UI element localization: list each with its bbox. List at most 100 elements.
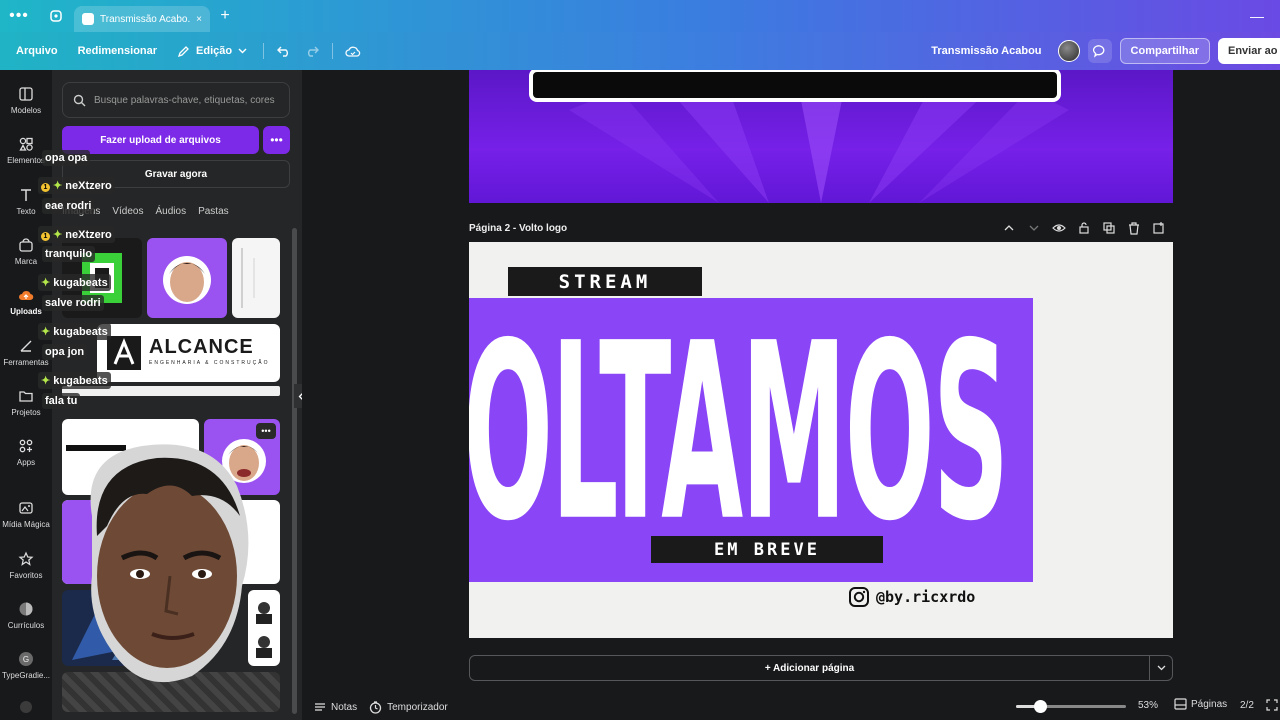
chat-message: ✦ kugabeats (38, 323, 111, 340)
instagram-handle[interactable]: @by.ricxrdo (848, 586, 975, 608)
document-title[interactable]: Transmissão Acabou (931, 45, 1041, 57)
browser-tab[interactable]: Transmissão Acabo... × (74, 6, 210, 32)
rail-item-favorites[interactable]: Favoritos (0, 551, 52, 580)
new-tab-button[interactable]: + (210, 7, 240, 25)
tab-close-icon[interactable]: × (196, 14, 202, 25)
user-avatar[interactable] (1057, 40, 1080, 62)
tab-audios[interactable]: Áudios (156, 206, 187, 217)
pages-button[interactable]: Páginas (1174, 698, 1227, 710)
page-count: 2/2 (1240, 700, 1254, 711)
zoom-slider-thumb[interactable] (1033, 700, 1047, 713)
minimize-window-button[interactable]: — (1250, 8, 1264, 24)
chevron-down-icon[interactable] (1027, 221, 1041, 235)
upload-thumbnail[interactable] (147, 238, 227, 318)
toolbar-divider (263, 43, 265, 59)
chat-message: opa jon (42, 344, 88, 360)
fullscreen-icon[interactable] (1266, 699, 1278, 711)
undo-icon[interactable] (270, 45, 298, 57)
timer-button[interactable]: Temporizador (369, 700, 448, 714)
chevron-up-icon[interactable] (1002, 221, 1016, 235)
page-2-title[interactable]: Página 2 - Volto logo (469, 223, 567, 234)
alcance-logo-subtext: ENGENHARIA & CONSTRUÇÃO (149, 360, 270, 366)
chat-username: kugabeats (53, 277, 108, 289)
rail-item-label: Currículos (7, 621, 45, 630)
duplicate-page-icon[interactable] (1102, 221, 1116, 235)
page-2-canvas[interactable]: STREAM VOLTAMOS EM BREVE @by.ricxrdo (469, 242, 1173, 638)
alcance-logo-thumbnail[interactable]: ALCANCE ENGENHARIA & CONSTRUÇÃO (97, 324, 280, 382)
lock-icon[interactable] (1077, 221, 1091, 235)
handle-text: @by.ricxrdo (876, 588, 976, 606)
trash-icon[interactable] (1127, 221, 1141, 235)
rail-item-label: Modelos (10, 106, 42, 115)
main-headline[interactable]: VOLTAMOS (469, 242, 1009, 638)
page-actions (1002, 221, 1166, 235)
alcance-logo-text: ALCANCE (149, 336, 254, 358)
upload-thumbnail[interactable] (232, 238, 280, 318)
zoom-slider[interactable] (1016, 700, 1126, 713)
chat-badge: 1 (41, 183, 50, 192)
hide-page-icon[interactable] (1052, 221, 1066, 235)
toolbar-divider (332, 43, 334, 59)
editor-toolbar: Arquivo Redimensionar Edição Transmissão… (0, 32, 1280, 70)
edit-mode-label: Edição (196, 45, 233, 57)
upload-files-button[interactable]: Fazer upload de arquivos (62, 126, 259, 154)
comment-button[interactable] (1087, 39, 1112, 63)
rail-item-label: Apps (16, 458, 36, 467)
redo-icon[interactable] (298, 45, 326, 57)
timer-icon (369, 700, 382, 714)
sparkle-icon: ✦ (41, 375, 51, 387)
browser-tab-bar: ••• Transmissão Acabo... × + — (0, 0, 1280, 32)
send-to-button[interactable]: Enviar ao p (1218, 38, 1280, 64)
comment-icon (1092, 45, 1104, 58)
chat-message: ✦ kugabeats (38, 372, 111, 389)
subtitle-label[interactable]: EM BREVE (651, 536, 883, 563)
rail-item-apps[interactable]: Apps (0, 438, 52, 467)
rail-item-resumes[interactable]: Currículos (0, 601, 52, 630)
tools-icon (20, 340, 32, 352)
rail-item-typegradient[interactable]: G TypeGradie... (0, 651, 52, 680)
chat-message: 1 ✦ neXtzero (38, 226, 115, 243)
rail-item-label: Elementos (7, 156, 45, 165)
rail-item-label: Texto (16, 207, 36, 216)
add-page-icon[interactable] (1152, 221, 1166, 235)
text-icon (21, 189, 31, 201)
notes-button[interactable]: Notas (314, 701, 357, 713)
chat-message: eae rodri (42, 198, 95, 214)
add-page-dropdown[interactable] (1150, 655, 1173, 681)
tab-videos[interactable]: Vídeos (112, 206, 143, 217)
zoom-level[interactable]: 53% (1138, 700, 1158, 711)
resize-button[interactable]: Redimensionar (68, 45, 167, 57)
elements-icon (19, 137, 33, 151)
resume-icon (19, 602, 33, 616)
home-icon[interactable] (38, 9, 74, 23)
chat-message: ✦ kugabeats (38, 274, 111, 291)
folder-icon (19, 391, 33, 402)
rail-item-more[interactable] (0, 700, 52, 718)
tab-folders[interactable]: Pastas (198, 206, 229, 217)
sparkle-icon: ✦ (53, 180, 63, 192)
chat-badge: 1 (41, 232, 50, 241)
add-page-button[interactable]: + Adicionar página (469, 655, 1150, 681)
file-menu[interactable]: Arquivo (0, 45, 68, 57)
rail-item-magic-media[interactable]: Mídia Mágica (0, 500, 52, 529)
sparkle-icon: ✦ (53, 229, 63, 241)
streamer-avatar-overlay (90, 444, 249, 683)
cloud-saved-icon[interactable] (339, 45, 367, 57)
apps-icon (19, 439, 33, 453)
chevron-down-icon (1157, 665, 1165, 671)
share-button[interactable]: Compartilhar (1119, 38, 1210, 64)
rail-item-templates[interactable]: Modelos (0, 86, 52, 115)
edit-mode-dropdown[interactable]: Edição (167, 45, 257, 58)
chat-message: 1 ✦ neXtzero (38, 177, 115, 194)
search-icon (73, 94, 86, 106)
brand-icon (19, 238, 33, 252)
page-1-canvas[interactable] (469, 70, 1173, 203)
panel-scrollbar[interactable] (292, 228, 297, 714)
more-options-button[interactable]: ••• (263, 126, 290, 154)
chat-username: neXtzero (65, 229, 112, 241)
bottom-status-bar: Notas Temporizador 53% Páginas 2/2 (302, 694, 1280, 720)
browser-menu-button[interactable]: ••• (0, 7, 38, 25)
rail-item-label: Mídia Mágica (2, 520, 50, 529)
search-input[interactable]: Busque palavras-chave, etiquetas, cores (62, 82, 290, 118)
rail-item-label: Marca (14, 257, 38, 266)
